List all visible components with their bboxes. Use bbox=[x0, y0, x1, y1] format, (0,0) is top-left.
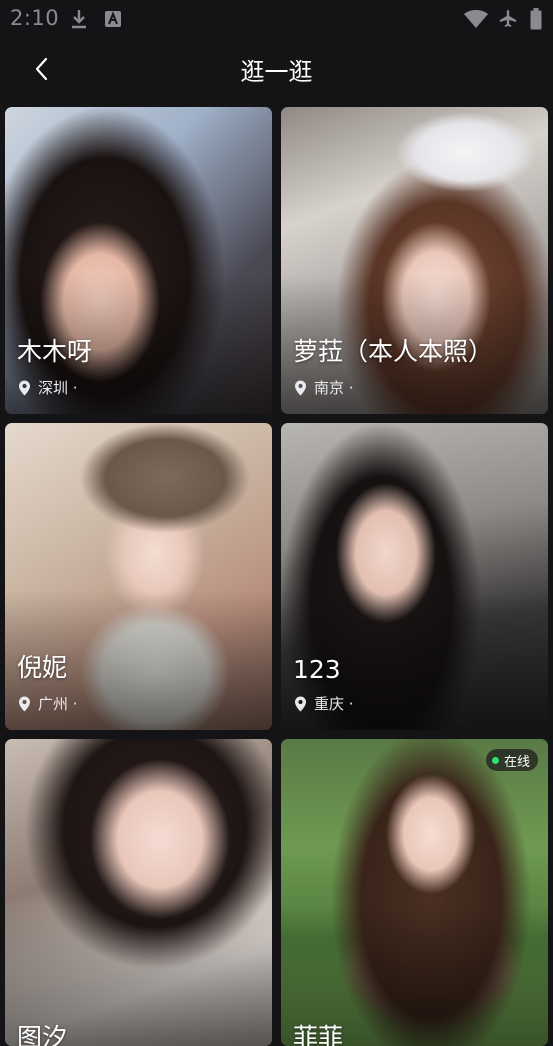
user-card[interactable]: 木木呀 深圳 · bbox=[5, 107, 272, 414]
user-card[interactable]: 在线 菲菲 bbox=[281, 739, 548, 1046]
location-text: 重庆 · bbox=[314, 695, 354, 713]
a-box-icon bbox=[102, 8, 124, 30]
location-text: 广州 · bbox=[38, 695, 78, 713]
location-pin-icon bbox=[295, 380, 306, 395]
online-label: 在线 bbox=[503, 754, 530, 770]
page-title: 逛一逛 bbox=[240, 58, 313, 86]
user-name: 萝菈（本人本照） bbox=[293, 337, 494, 366]
location-text: 深圳 · bbox=[38, 379, 78, 397]
battery-icon bbox=[529, 8, 543, 30]
status-bar: 2:10 bbox=[0, 0, 553, 38]
location-pin-icon bbox=[19, 380, 30, 395]
user-location: 深圳 · bbox=[17, 377, 78, 398]
user-name: 123 bbox=[293, 655, 341, 684]
user-location: 广州 · bbox=[17, 693, 78, 714]
download-icon bbox=[68, 8, 90, 30]
airplane-icon bbox=[497, 8, 519, 30]
user-name: 倪妮 bbox=[17, 653, 68, 682]
user-name: 木木呀 bbox=[17, 337, 93, 366]
location-pin-icon bbox=[295, 696, 306, 711]
location-pin-icon bbox=[19, 696, 30, 711]
user-card[interactable]: 图汐 bbox=[5, 739, 272, 1046]
status-time: 2:10 bbox=[10, 6, 60, 30]
user-location: 重庆 · bbox=[293, 693, 354, 714]
wifi-icon bbox=[462, 8, 490, 30]
online-dot-icon bbox=[491, 756, 499, 764]
user-name: 菲菲 bbox=[293, 1023, 344, 1046]
top-bar: 逛一逛 bbox=[0, 38, 553, 102]
user-location: 南京 · bbox=[293, 377, 354, 398]
user-card[interactable]: 萝菈（本人本照） 南京 · bbox=[281, 107, 548, 414]
location-text: 南京 · bbox=[314, 379, 354, 397]
user-name: 图汐 bbox=[17, 1023, 68, 1046]
online-badge: 在线 bbox=[485, 749, 538, 771]
user-card[interactable]: 123 重庆 · bbox=[281, 423, 548, 730]
user-card[interactable]: 倪妮 广州 · bbox=[5, 423, 272, 730]
